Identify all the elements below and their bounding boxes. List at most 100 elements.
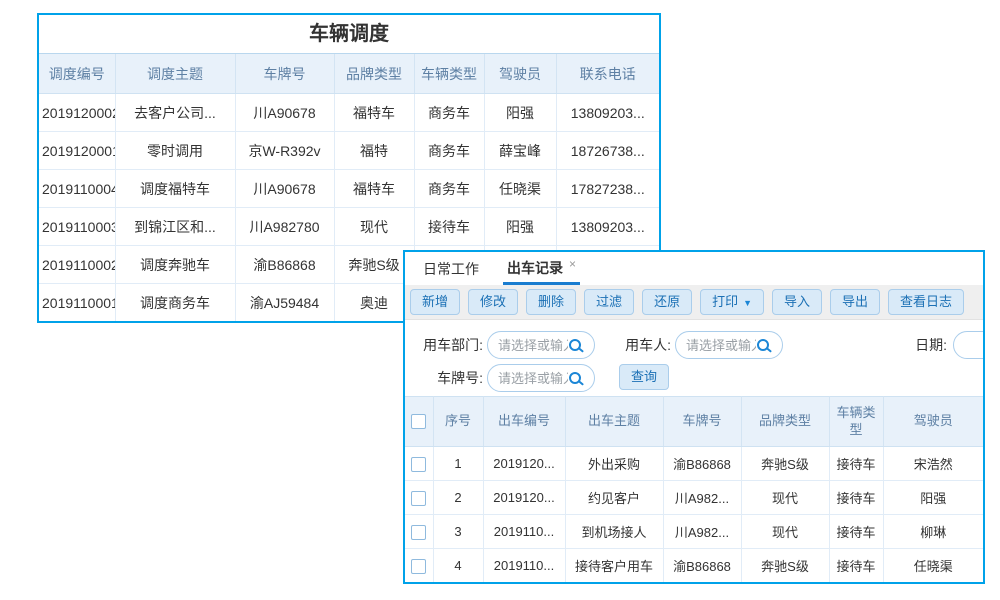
plate-cell[interactable]: 渝B86868 [663,447,741,481]
driver-cell[interactable]: 阳强 [883,481,983,515]
brand-cell: 现代 [741,481,829,515]
driver-cell[interactable]: 任晓渠 [883,549,983,583]
view-log-button[interactable]: 查看日志 [888,289,964,315]
trip-subject-cell[interactable]: 外出采购 [565,447,663,481]
dispatch-subject-cell[interactable]: 调度商务车 [115,284,235,322]
plate-cell[interactable]: 川A982... [663,515,741,549]
delete-button[interactable]: 删除 [526,289,576,315]
trip-no-cell[interactable]: 2019120... [483,447,565,481]
plate-label: 车牌号: [411,364,483,392]
driver-cell[interactable]: 柳琳 [883,515,983,549]
driver-cell[interactable]: 宋浩然 [883,447,983,481]
plate-cell[interactable]: 渝AJ59484 [235,284,334,322]
add-button[interactable]: 新增 [410,289,460,315]
user-label: 用车人: [611,331,671,359]
row-checkbox[interactable] [411,559,426,574]
seq-cell: 2 [433,481,483,515]
phone-cell: 17827238... [556,170,659,208]
trip-no-cell[interactable]: 2019110... [483,549,565,583]
tab-trip-records[interactable]: 出车记录× [503,251,580,285]
import-button[interactable]: 导入 [772,289,822,315]
brand-cell: 奔驰S级 [334,246,414,284]
vehicle-type-cell: 接待车 [414,208,484,246]
export-button[interactable]: 导出 [830,289,880,315]
restore-button[interactable]: 还原 [642,289,692,315]
select-all-checkbox[interactable] [411,414,426,429]
plate-cell[interactable]: 渝B86868 [235,246,334,284]
trip-no-cell[interactable]: 2019110... [483,515,565,549]
seq-cell: 1 [433,447,483,481]
dispatch-subject-cell[interactable]: 到锦江区和... [115,208,235,246]
search-icon[interactable] [757,339,769,351]
col-header-vehicle-type: 车辆类型 [414,54,484,94]
col-header-trip-subject: 出车主题 [565,397,663,447]
trip-records-table: 序号 出车编号 出车主题 车牌号 品牌类型 车辆类型 驾驶员 1 2019120… [405,396,983,582]
dispatch-no-cell[interactable]: 2019120001 [39,132,115,170]
trip-records-panel: 日常工作 出车记录× 新增 修改 删除 过滤 还原 打印▼ 导入 导出 查看日志… [403,250,985,584]
brand-cell: 现代 [334,208,414,246]
caret-down-icon: ▼ [743,298,752,308]
col-header-trip-no: 出车编号 [483,397,565,447]
search-icon[interactable] [569,372,581,384]
table-row: 3 2019110... 到机场接人 川A982... 现代 接待车 柳琳 [405,515,983,549]
plate-cell[interactable]: 渝B86868 [663,549,741,583]
col-header-seq: 序号 [433,397,483,447]
filter-button[interactable]: 过滤 [584,289,634,315]
toolbar: 新增 修改 删除 过滤 还原 打印▼ 导入 导出 查看日志 [405,285,983,320]
dispatch-no-cell[interactable]: 2019110002 [39,246,115,284]
close-icon[interactable]: × [569,257,576,271]
tab-daily-work[interactable]: 日常工作 [419,252,483,285]
table-row: 2019120001 零时调用 京W-R392v 福特 商务车 薛宝峰 1872… [39,132,659,170]
plate-cell[interactable]: 川A90678 [235,170,334,208]
phone-cell: 13809203... [556,94,659,132]
dispatch-subject-cell[interactable]: 调度奔驰车 [115,246,235,284]
search-icon[interactable] [569,339,581,351]
tab-bar: 日常工作 出车记录× [405,252,983,285]
brand-cell: 福特车 [334,170,414,208]
col-header-driver: 驾驶员 [484,54,556,94]
row-checkbox[interactable] [411,457,426,472]
dispatch-subject-cell[interactable]: 调度福特车 [115,170,235,208]
dispatch-subject-cell[interactable]: 零时调用 [115,132,235,170]
row-checkbox[interactable] [411,491,426,506]
trip-no-cell[interactable]: 2019120... [483,481,565,515]
driver-cell[interactable]: 阳强 [484,208,556,246]
date-input[interactable] [953,331,985,359]
driver-cell[interactable]: 薛宝峰 [484,132,556,170]
trip-subject-cell[interactable]: 到机场接人 [565,515,663,549]
plate-cell[interactable]: 川A982... [663,481,741,515]
edit-button[interactable]: 修改 [468,289,518,315]
trip-subject-cell[interactable]: 约见客户 [565,481,663,515]
dispatch-subject-cell[interactable]: 去客户公司... [115,94,235,132]
seq-cell: 3 [433,515,483,549]
table-row: 2019120002 去客户公司... 川A90678 福特车 商务车 阳强 1… [39,94,659,132]
brand-cell: 奔驰S级 [741,447,829,481]
print-button[interactable]: 打印▼ [700,289,764,315]
table-row: 4 2019110... 接待客户用车 渝B86868 奔驰S级 接待车 任晓渠 [405,549,983,583]
date-label: 日期: [903,331,947,359]
dispatch-no-cell[interactable]: 2019110003 [39,208,115,246]
plate-cell[interactable]: 川A982780 [235,208,334,246]
table-row: 2019110004 调度福特车 川A90678 福特车 商务车 任晓渠 178… [39,170,659,208]
row-checkbox[interactable] [411,525,426,540]
dispatch-no-cell[interactable]: 2019110004 [39,170,115,208]
vehicle-type-cell: 接待车 [829,515,883,549]
driver-cell[interactable]: 任晓渠 [484,170,556,208]
driver-cell[interactable]: 阳强 [484,94,556,132]
col-header-dispatch-no: 调度编号 [39,54,115,94]
dispatch-no-cell[interactable]: 2019110001 [39,284,115,322]
search-button[interactable]: 查询 [619,364,669,390]
filter-area: 用车部门: 用车人: 日期: 车牌号: 查询 [405,320,983,396]
col-header-driver: 驾驶员 [883,397,983,447]
records-header-row: 序号 出车编号 出车主题 车牌号 品牌类型 车辆类型 驾驶员 [405,397,983,447]
dept-label: 用车部门: [411,331,483,359]
vehicle-type-cell: 接待车 [829,549,883,583]
vehicle-type-cell: 接待车 [829,447,883,481]
plate-cell[interactable]: 川A90678 [235,94,334,132]
seq-cell: 4 [433,549,483,583]
trip-subject-cell[interactable]: 接待客户用车 [565,549,663,583]
dispatch-no-cell[interactable]: 2019120002 [39,94,115,132]
dispatch-header-row: 调度编号 调度主题 车牌号 品牌类型 车辆类型 驾驶员 联系电话 [39,54,659,94]
col-header-brand: 品牌类型 [741,397,829,447]
plate-cell[interactable]: 京W-R392v [235,132,334,170]
